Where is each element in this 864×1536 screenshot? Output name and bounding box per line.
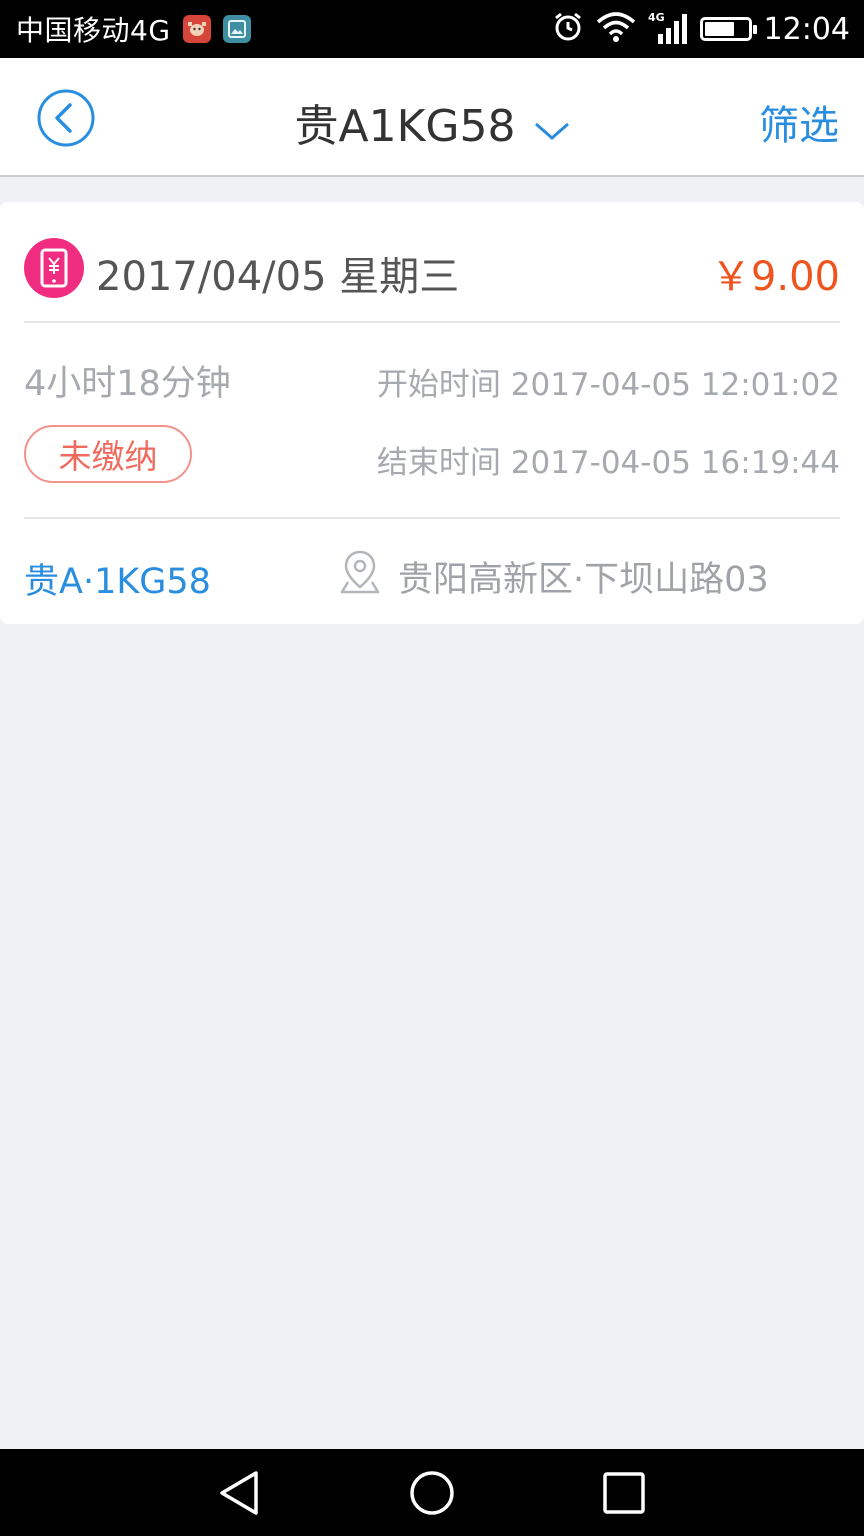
carrier-label: 中国移动4G	[16, 14, 171, 47]
nav-home-button[interactable]	[408, 1469, 456, 1517]
location-label: 贵阳高新区·下坝山路03	[398, 560, 769, 600]
cow-app-notification-icon	[182, 15, 211, 43]
mobile-payment-icon	[24, 238, 84, 298]
circle-home-icon	[410, 1471, 454, 1515]
status-right: 4G 12:04	[552, 10, 850, 48]
vehicle-plate[interactable]: 贵A·1KG58	[24, 553, 211, 604]
end-time: 结束时间 2017-04-05 16:19:44	[376, 445, 840, 481]
record-footer: 贵A·1KG58 贵阳高新区·下坝山路03	[24, 521, 840, 624]
battery-icon	[699, 17, 757, 41]
parking-record-card[interactable]: 2017/04/05 星期三 ￥9.00 4小时18分钟 开始时间 2017-0…	[0, 202, 864, 624]
signal-icon: 4G	[648, 10, 688, 48]
payment-status-badge: 未缴纳	[24, 425, 192, 483]
square-recents-icon	[603, 1472, 645, 1514]
nav-recent-button[interactable]	[600, 1469, 648, 1517]
triangle-back-icon	[220, 1471, 258, 1515]
record-header: 2017/04/05 星期三 ￥9.00	[24, 202, 840, 323]
record-date: 2017/04/05 星期三	[96, 254, 460, 300]
navigation-bar	[0, 1449, 864, 1536]
status-bar: 中国移动4G 4G 12:04	[0, 0, 864, 58]
filter-button[interactable]: 筛选	[759, 93, 839, 151]
parking-duration: 4小时18分钟	[24, 364, 231, 404]
plate-title: 贵A1KG58	[294, 101, 516, 152]
start-time: 开始时间 2017-04-05 12:01:02	[376, 367, 840, 403]
status-left: 中国移动4G	[16, 9, 251, 49]
wifi-icon	[596, 12, 636, 46]
record-details: 4小时18分钟 开始时间 2017-04-05 12:01:02 未缴纳 结束时…	[24, 325, 840, 519]
gallery-notification-icon	[222, 15, 251, 43]
map-pin-icon	[340, 549, 380, 604]
parking-location: 贵阳高新区·下坝山路03	[340, 549, 769, 604]
chevron-down-icon	[534, 101, 570, 152]
alarm-icon	[552, 11, 584, 47]
nav-back-button[interactable]	[216, 1469, 264, 1517]
network-type-label: 4G	[648, 11, 665, 24]
battery-level	[704, 22, 734, 36]
record-amount: ￥9.00	[710, 254, 840, 300]
clock: 12:04	[763, 11, 850, 47]
plate-selector[interactable]: 贵A1KG58	[0, 90, 864, 154]
header: 贵A1KG58 筛选	[0, 58, 864, 177]
